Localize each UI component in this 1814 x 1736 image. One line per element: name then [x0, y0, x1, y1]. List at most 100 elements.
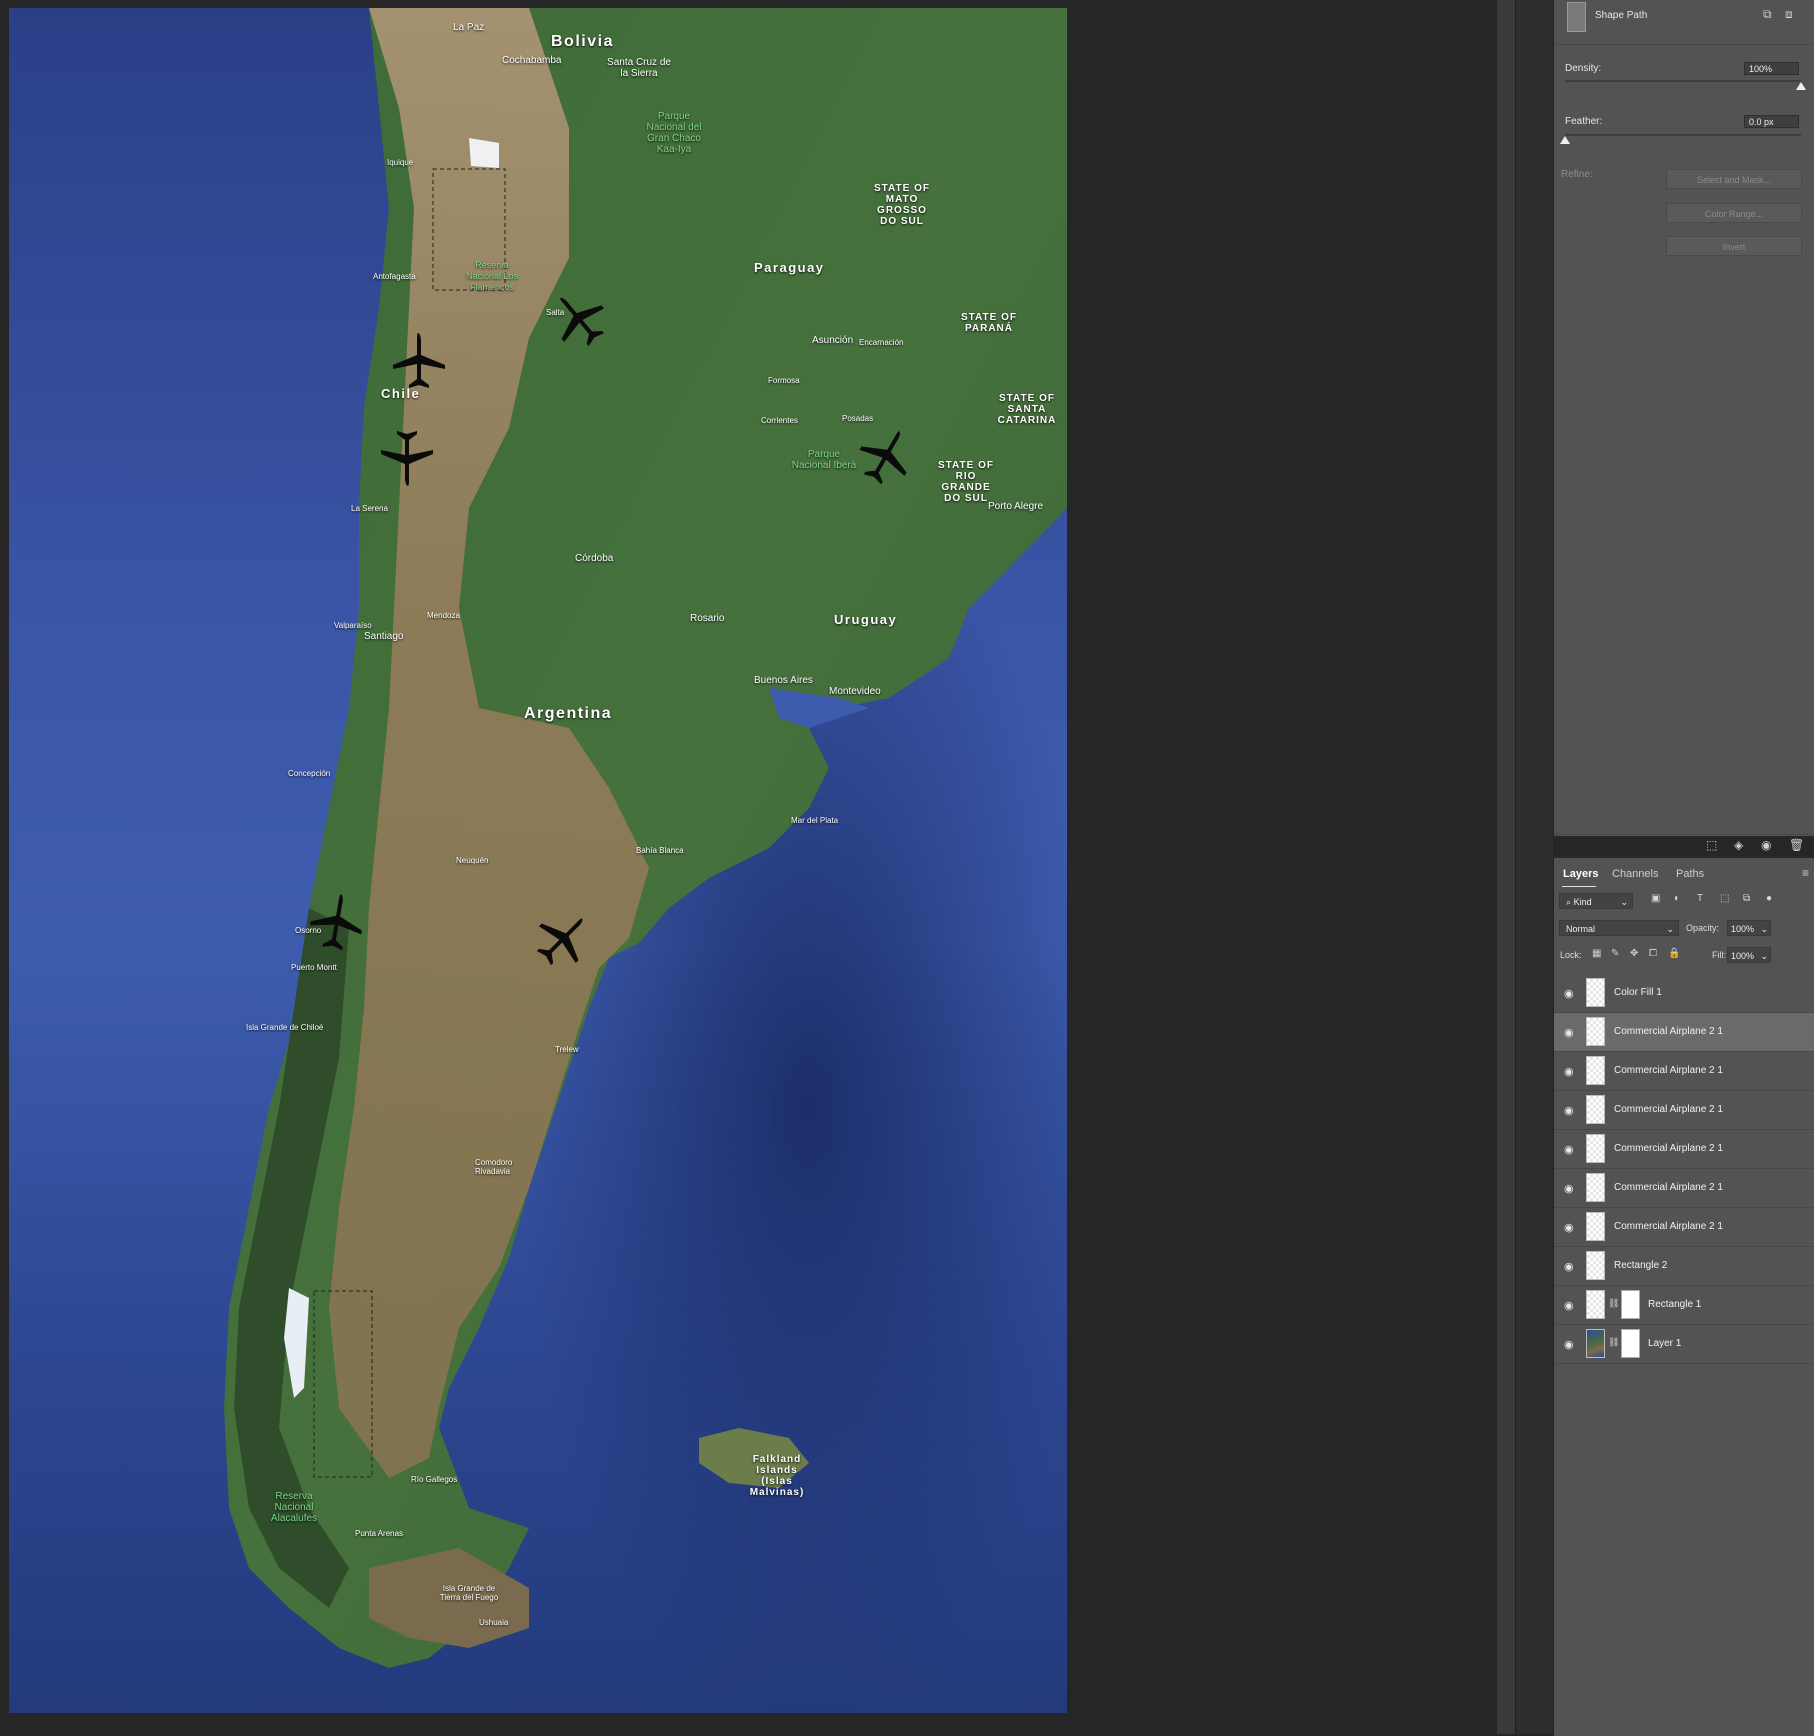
- layer-row[interactable]: ◉ Color Fill 1: [1554, 974, 1814, 1013]
- label-parana: STATE OF PARANÁ: [961, 312, 1017, 334]
- eye-icon[interactable]: ◉: [1564, 1182, 1574, 1195]
- layer-thumbnail: [1586, 1134, 1605, 1163]
- label-flamencos: Reserva Nacional Los Flamencos: [465, 260, 519, 292]
- label-gran-chaco: Parque Nacional del Gran Chaco Kaa-Iya: [646, 111, 702, 155]
- layer-mask-thumbnail[interactable]: [1621, 1329, 1640, 1358]
- adjustment-filter-icon[interactable]: ◐: [1674, 893, 1680, 904]
- add-mask-icon[interactable]: ⧉: [1763, 7, 1772, 22]
- layer-name[interactable]: Layer 1: [1648, 1338, 1681, 1349]
- apply-mask-icon[interactable]: ◈: [1734, 838, 1743, 852]
- panel-menu-icon[interactable]: ≡: [1802, 866, 1809, 880]
- trash-icon[interactable]: 🗑: [1789, 838, 1804, 852]
- shape-filter-icon[interactable]: ⬚: [1720, 893, 1729, 904]
- layer-thumbnail: [1586, 1173, 1605, 1202]
- selection-from-mask-icon[interactable]: ⬚: [1706, 838, 1717, 852]
- canvas-scrollbar[interactable]: [1497, 0, 1515, 1734]
- label-corrientes: Corrientes: [761, 416, 798, 425]
- label-porto-alegre: Porto Alegre: [988, 501, 1044, 512]
- layer-thumbnail: [1586, 1290, 1605, 1319]
- vector-mask-icon[interactable]: ⧈: [1785, 7, 1793, 22]
- label-isla-chiloe: Isla Grande de Chiloé: [246, 1023, 324, 1032]
- blend-mode-value: Normal: [1566, 924, 1596, 934]
- layer-mask-thumbnail[interactable]: [1621, 1290, 1640, 1319]
- layer-name[interactable]: Commercial Airplane 2 1: [1614, 1026, 1723, 1037]
- density-slider[interactable]: [1565, 80, 1801, 82]
- eye-icon[interactable]: ◉: [1564, 1299, 1574, 1312]
- chevron-down-icon: ⌄: [1620, 897, 1628, 907]
- layer-name[interactable]: Commercial Airplane 2 1: [1614, 1221, 1723, 1232]
- layer-name[interactable]: Commercial Airplane 2 1: [1614, 1143, 1723, 1154]
- chevron-down-icon: ⌄: [1666, 924, 1674, 934]
- select-and-mask-button[interactable]: Select and Mask...: [1666, 169, 1802, 189]
- pixel-filter-icon[interactable]: ▣: [1651, 893, 1660, 904]
- color-range-button[interactable]: Color Range...: [1666, 203, 1802, 223]
- layer-row[interactable]: ◉ Commercial Airplane 2 1: [1554, 1052, 1814, 1091]
- layer-name[interactable]: Rectangle 1: [1648, 1299, 1701, 1310]
- label-trelew: Trelew: [555, 1045, 579, 1054]
- tab-layers[interactable]: Layers: [1563, 868, 1598, 880]
- eye-icon[interactable]: ◉: [1564, 1026, 1574, 1039]
- fill-field[interactable]: 100% ⌄: [1727, 947, 1771, 963]
- lock-position-icon[interactable]: ✥: [1630, 948, 1638, 959]
- eye-icon[interactable]: ◉: [1761, 838, 1771, 852]
- feather-field[interactable]: 0.0 px: [1744, 115, 1799, 128]
- link-icon[interactable]: ⛓: [1608, 1298, 1619, 1309]
- label-santa-cruz: Santa Cruz de la Sierra: [607, 57, 671, 79]
- layer-name[interactable]: Commercial Airplane 2 1: [1614, 1104, 1723, 1115]
- label-tierra-fuego: Isla Grande de Tierra del Fuego: [439, 1584, 499, 1602]
- blend-mode-select[interactable]: Normal ⌄: [1559, 920, 1679, 936]
- layer-filter-select[interactable]: ⌕ Kind ⌄: [1559, 893, 1633, 909]
- shape-path-swatch: [1567, 2, 1586, 32]
- label-la-paz: La Paz: [453, 22, 485, 33]
- layer-name[interactable]: Rectangle 2: [1614, 1260, 1667, 1271]
- label-encarnacion: Encarnación: [859, 338, 904, 347]
- link-icon[interactable]: ⛓: [1608, 1337, 1619, 1348]
- layer-row[interactable]: ◉ Commercial Airplane 2 1: [1554, 1169, 1814, 1208]
- layer-name[interactable]: Color Fill 1: [1614, 987, 1662, 998]
- fill-value: 100%: [1731, 951, 1755, 961]
- layer-name[interactable]: Commercial Airplane 2 1: [1614, 1182, 1723, 1193]
- label-formosa: Formosa: [768, 376, 800, 385]
- label-rio-gallegos: Río Gallegos: [411, 1475, 458, 1484]
- airplane-icon[interactable]: [300, 885, 374, 959]
- tab-channels[interactable]: Channels: [1612, 868, 1658, 880]
- smart-object-filter-icon[interactable]: ⧉: [1743, 893, 1750, 904]
- eye-icon[interactable]: ◉: [1564, 1221, 1574, 1234]
- eye-icon[interactable]: ◉: [1564, 1143, 1574, 1156]
- layer-row[interactable]: ◉ ⛓ Layer 1: [1554, 1325, 1814, 1364]
- layer-row[interactable]: ◉ Commercial Airplane 2 1: [1554, 1013, 1814, 1052]
- feather-slider-thumb[interactable]: [1560, 136, 1570, 144]
- lock-artboard-icon[interactable]: ⧠: [1649, 948, 1657, 959]
- density-field[interactable]: 100%: [1744, 62, 1799, 75]
- eye-icon[interactable]: ◉: [1564, 1260, 1574, 1273]
- layer-row[interactable]: ◉ ⛓ Rectangle 1: [1554, 1286, 1814, 1325]
- invert-button[interactable]: Invert: [1666, 236, 1802, 256]
- lock-transparency-icon[interactable]: ▦: [1592, 948, 1601, 959]
- label-rio-grande: STATE OF RIO GRANDE DO SUL: [938, 460, 994, 504]
- document-canvas[interactable]: Bolivia Paraguay Chile Argentina Uruguay…: [9, 8, 1067, 1713]
- airplane-icon[interactable]: [375, 426, 439, 490]
- density-slider-thumb[interactable]: [1796, 82, 1806, 90]
- eye-icon[interactable]: ◉: [1564, 1104, 1574, 1117]
- search-icon: ⌕: [1566, 897, 1572, 907]
- eye-icon[interactable]: ◉: [1564, 1065, 1574, 1078]
- lock-image-icon[interactable]: ✎: [1611, 948, 1619, 959]
- properties-header: Shape Path ⧉ ⧈: [1554, 0, 1814, 45]
- tab-paths[interactable]: Paths: [1676, 868, 1704, 880]
- eye-icon[interactable]: ◉: [1564, 1338, 1574, 1351]
- feather-slider[interactable]: [1565, 134, 1801, 136]
- layer-row[interactable]: ◉ Commercial Airplane 2 1: [1554, 1208, 1814, 1247]
- filter-toggle-icon[interactable]: ●: [1766, 893, 1772, 904]
- layer-row[interactable]: ◉ Commercial Airplane 2 1: [1554, 1130, 1814, 1169]
- label-mato-grosso: STATE OF MATO GROSSO DO SUL: [874, 183, 930, 227]
- label-concepcion: Concepción: [288, 769, 331, 778]
- type-filter-icon[interactable]: T: [1697, 893, 1703, 904]
- layer-name[interactable]: Commercial Airplane 2 1: [1614, 1065, 1723, 1076]
- layer-row[interactable]: ◉ Rectangle 2: [1554, 1247, 1814, 1286]
- layer-row[interactable]: ◉ Commercial Airplane 2 1: [1554, 1091, 1814, 1130]
- chevron-down-icon: ⌄: [1760, 924, 1768, 934]
- eye-icon[interactable]: ◉: [1564, 987, 1574, 1000]
- opacity-field[interactable]: 100% ⌄: [1727, 920, 1771, 936]
- airplane-icon[interactable]: [387, 329, 451, 393]
- lock-all-icon[interactable]: 🔒: [1668, 948, 1680, 959]
